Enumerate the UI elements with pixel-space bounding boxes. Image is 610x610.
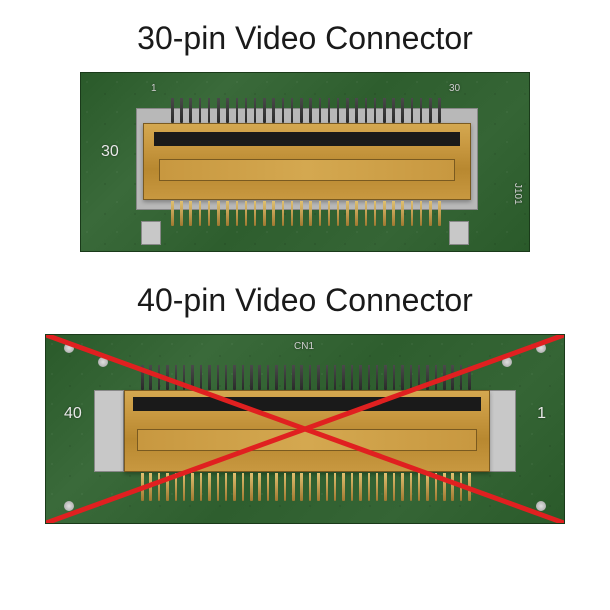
silk-40-cn1: CN1 <box>294 341 314 352</box>
bottom-pins-30 <box>171 201 441 226</box>
pad-tl2 <box>64 343 74 353</box>
connector-40-section: 40-pin Video Connector 40 1 CN1 <box>45 282 565 524</box>
silk-30-j101: J101 <box>512 183 523 205</box>
silk-30-left: 30 <box>101 143 119 161</box>
tab-right-30 <box>449 221 469 245</box>
pcb-30pin: 30 1 30 J101 <box>80 72 530 252</box>
silk-40-left: 40 <box>64 405 82 423</box>
pad-tr2 <box>536 343 546 353</box>
title-40pin: 40-pin Video Connector <box>137 282 473 319</box>
silk-30-topright: 30 <box>449 83 460 94</box>
mount-left-40 <box>94 390 124 472</box>
bottom-pins-40 <box>141 473 471 501</box>
top-pins-40 <box>141 365 471 390</box>
connector-body-40 <box>124 390 490 472</box>
mount-right-40 <box>486 390 516 472</box>
connector-30-section: 30-pin Video Connector 30 1 30 J101 <box>80 20 530 252</box>
title-30pin: 30-pin Video Connector <box>137 20 473 57</box>
pad-bl <box>64 501 74 511</box>
tab-left-30 <box>141 221 161 245</box>
top-pins-30 <box>171 98 441 123</box>
pcb-40pin: 40 1 CN1 <box>45 334 565 524</box>
pad-tr <box>502 357 512 367</box>
connector-body-30 <box>143 123 471 200</box>
pad-tl <box>98 357 108 367</box>
silk-30-topleft: 1 <box>151 83 157 94</box>
silk-40-right: 1 <box>537 405 546 423</box>
pad-br <box>536 501 546 511</box>
